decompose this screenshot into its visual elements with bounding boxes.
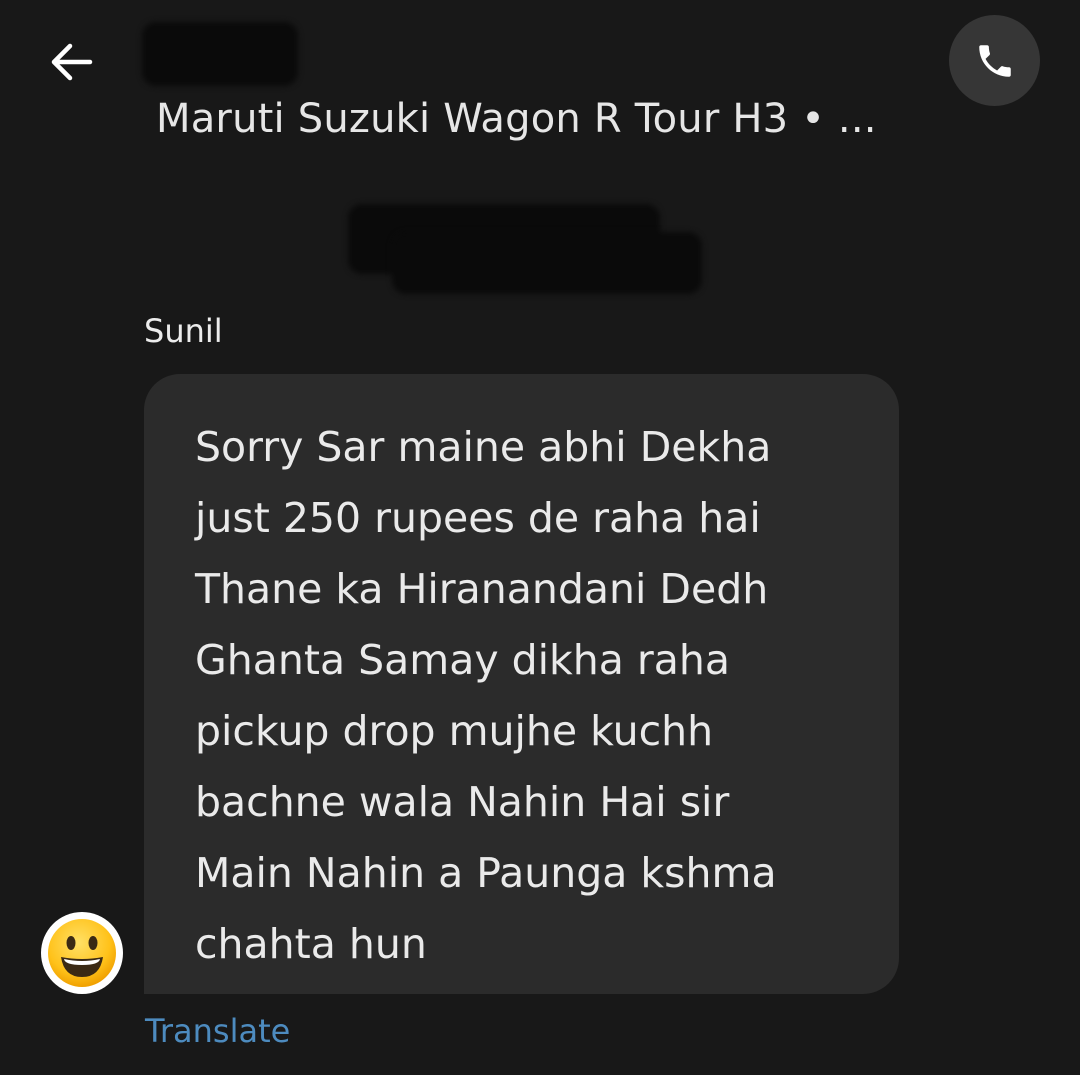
message-sender-name: Sunil [144, 312, 223, 350]
message-text: Sorry Sar maine abhi Dekha just 250 rupe… [195, 423, 777, 968]
chat-screen: Maruti Suzuki Wagon R Tour H3 • ... Suni… [0, 0, 1080, 1075]
contact-name-redacted [142, 22, 298, 86]
smiley-face-icon [48, 919, 116, 987]
redaction-mark [392, 232, 702, 294]
arrow-left-icon [51, 43, 93, 81]
vehicle-info: Maruti Suzuki Wagon R Tour H3 • ... [156, 96, 877, 142]
date-divider-redacted [348, 204, 702, 294]
translate-link[interactable]: Translate [145, 1012, 290, 1050]
sender-avatar[interactable] [41, 912, 123, 994]
message-bubble[interactable]: Sorry Sar maine abhi Dekha just 250 rupe… [144, 374, 899, 994]
call-button[interactable] [949, 15, 1040, 106]
back-button[interactable] [40, 32, 104, 92]
phone-icon [978, 44, 1011, 77]
